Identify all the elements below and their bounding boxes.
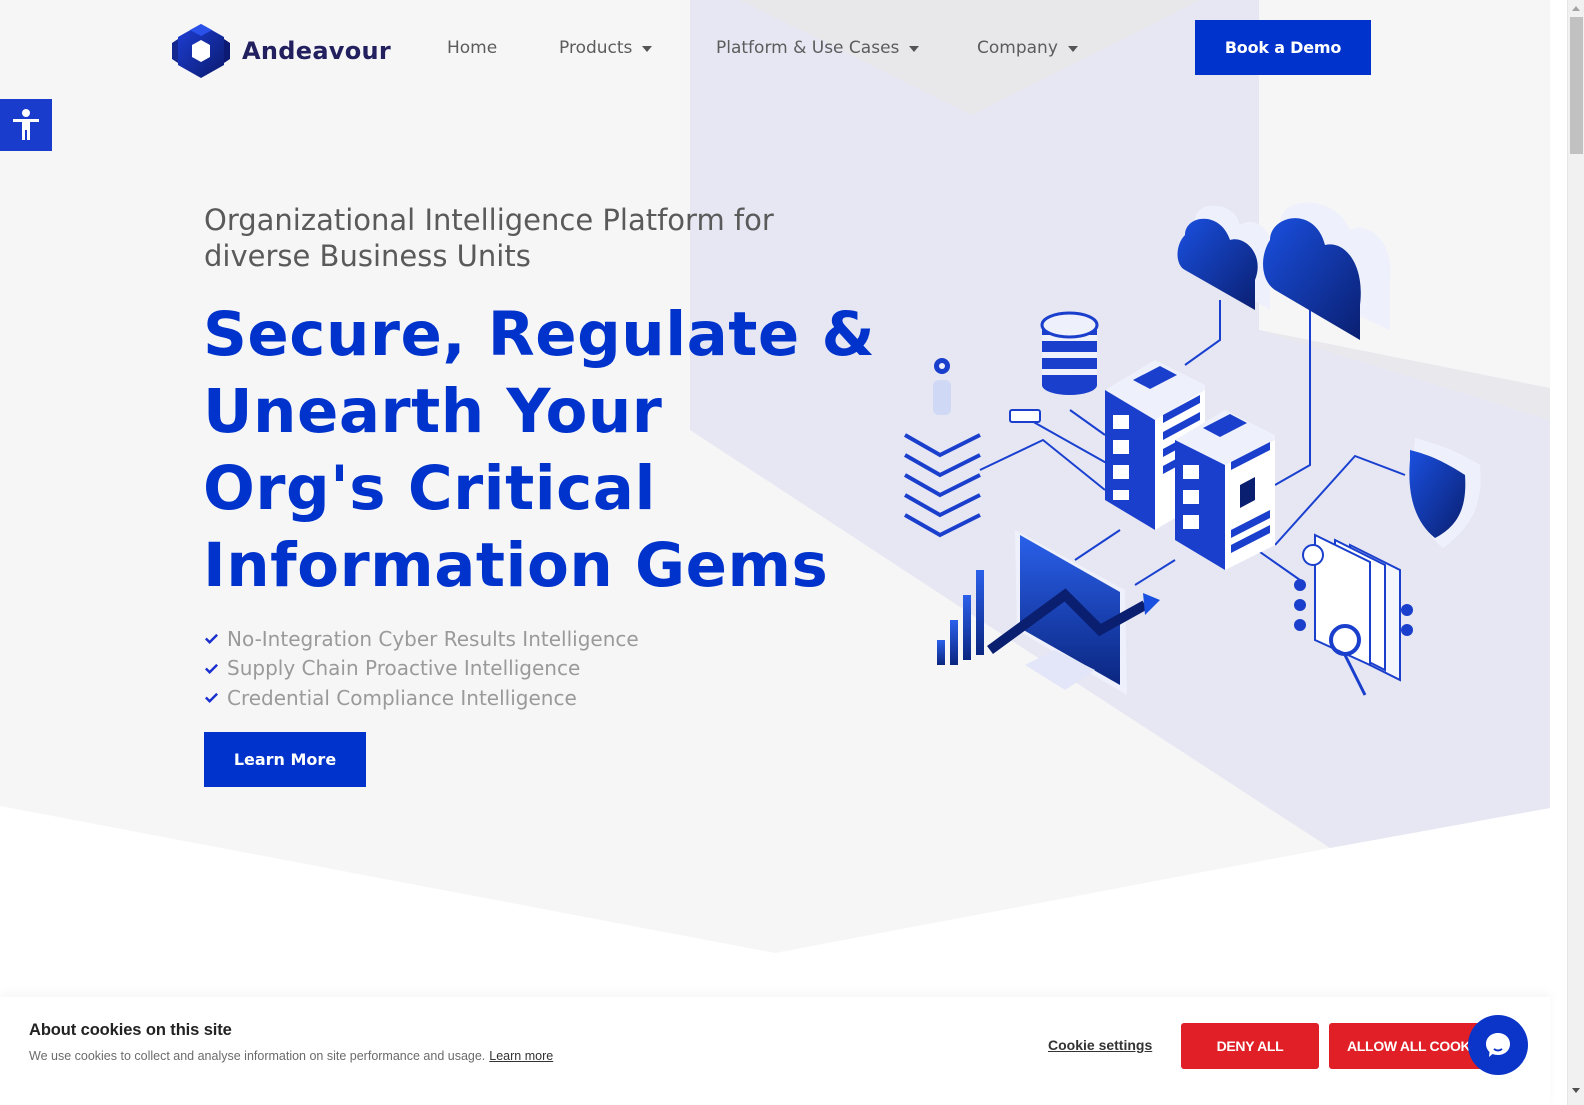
- cookie-learn-more-link[interactable]: Learn more: [489, 1049, 553, 1063]
- isometric-data-infrastructure-illustration: [904, 202, 1481, 696]
- chat-bubble-icon: [1486, 1033, 1510, 1057]
- logo[interactable]: Andeavour: [172, 22, 391, 80]
- cloud-icon: [1263, 202, 1391, 340]
- scrollbar-thumb[interactable]: [1570, 17, 1583, 154]
- nav-home-label: Home: [447, 38, 498, 58]
- chevron-down-icon: [909, 46, 920, 52]
- nav-platform-label: Platform & Use Cases: [716, 38, 900, 58]
- hexagon-cube-logo-icon: [172, 24, 230, 78]
- feature-label: No-Integration Cyber Results Intelligenc…: [227, 626, 639, 651]
- hero-title: Secure, Regulate & Unearth Your Org's Cr…: [203, 296, 903, 604]
- cloud-icon: [1177, 205, 1271, 310]
- cookie-banner-description: We use cookies to collect and analyse in…: [29, 1049, 553, 1063]
- hero-title-line: Org's Critical: [203, 453, 656, 524]
- shield-icon: [1409, 438, 1481, 548]
- nav-home[interactable]: Home: [447, 38, 497, 58]
- chevron-down-icon: [642, 46, 653, 52]
- accessibility-person-icon: [13, 109, 39, 140]
- page: Andeavour Home Products Platform & Use C…: [0, 0, 1567, 1105]
- database-icon: [1040, 311, 1099, 395]
- feature-item: No-Integration Cyber Results Intelligenc…: [204, 624, 639, 654]
- allow-all-cookies-button[interactable]: ALLOW ALL COOKIES: [1329, 1023, 1489, 1069]
- scroll-up-arrow-icon[interactable]: [1572, 6, 1580, 11]
- feature-list: No-Integration Cyber Results Intelligenc…: [204, 624, 639, 713]
- server-tower-icon: [1175, 410, 1275, 570]
- brand-name: Andeavour: [242, 37, 392, 65]
- nav-platform-use-cases[interactable]: Platform & Use Cases: [716, 38, 920, 58]
- hero-subtitle: Organizational Intelligence Platform for…: [204, 203, 774, 273]
- feature-item: Credential Compliance Intelligence: [204, 683, 639, 713]
- page-scrollbar[interactable]: [1567, 0, 1584, 1105]
- book-demo-button[interactable]: Book a Demo: [1195, 20, 1371, 75]
- chevron-down-icon: [1067, 46, 1078, 52]
- scroll-down-arrow-icon[interactable]: [1572, 1088, 1580, 1093]
- bar-chart-icon: [937, 570, 984, 665]
- checkmark-icon: [205, 634, 218, 645]
- accessibility-button[interactable]: [0, 99, 52, 151]
- checkmark-icon: [205, 693, 218, 704]
- nav-products[interactable]: Products: [559, 38, 653, 58]
- deny-all-cookies-button[interactable]: DENY ALL: [1181, 1023, 1319, 1069]
- cookie-banner: About cookies on this site We use cookie…: [0, 997, 1550, 1105]
- server-stack-icon: [904, 433, 981, 538]
- feature-item: Supply Chain Proactive Intelligence: [204, 654, 639, 684]
- feature-label: Supply Chain Proactive Intelligence: [227, 656, 581, 681]
- documents-search-icon: [1294, 533, 1413, 696]
- nav-company-label: Company: [977, 38, 1058, 58]
- cookie-description-text: We use cookies to collect and analyse in…: [29, 1049, 486, 1063]
- nav-company[interactable]: Company: [977, 38, 1078, 58]
- checkmark-icon: [205, 663, 218, 674]
- cookie-banner-title: About cookies on this site: [29, 1021, 232, 1039]
- hero-title-line: Information Gems: [203, 530, 829, 601]
- hero-title-line: Unearth Your: [203, 376, 663, 447]
- hero-title-line: Secure, Regulate &: [203, 299, 876, 370]
- learn-more-button[interactable]: Learn More: [204, 732, 366, 787]
- usb-device-icon: [1009, 409, 1041, 423]
- gear-icon: [934, 358, 950, 374]
- feature-label: Credential Compliance Intelligence: [227, 685, 577, 710]
- flask-icon: [933, 380, 951, 415]
- nav-products-label: Products: [559, 38, 633, 58]
- monitor-chart-icon: [987, 530, 1160, 695]
- cookie-settings-link[interactable]: Cookie settings: [1048, 1037, 1152, 1053]
- chat-widget-button[interactable]: [1468, 1015, 1528, 1075]
